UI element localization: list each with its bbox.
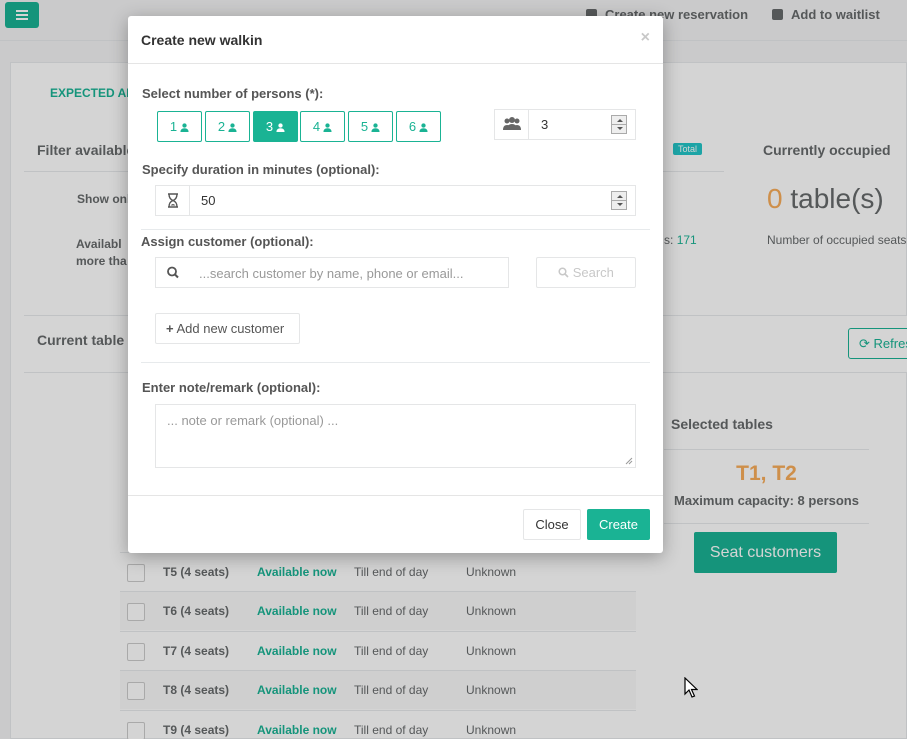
persons-button-6[interactable]: 6: [396, 111, 441, 142]
duration-addon: [156, 186, 190, 215]
persons-label: Select number of persons (*):: [142, 86, 324, 101]
spinner-up-icon[interactable]: [612, 192, 626, 201]
duration-spinner[interactable]: [611, 191, 627, 210]
persons-button-label: 4: [312, 119, 321, 134]
search-icon: [558, 267, 569, 278]
search-addon: [155, 257, 190, 288]
close-icon[interactable]: ×: [641, 29, 650, 47]
resize-handle-icon[interactable]: [624, 456, 633, 465]
add-new-customer-button[interactable]: + Add new customer: [155, 313, 300, 344]
persons-button-label: 5: [360, 119, 369, 134]
users-icon: [503, 117, 521, 130]
plus-icon: +: [166, 321, 174, 336]
user-icon: [180, 123, 189, 132]
spinner-up-icon[interactable]: [612, 116, 626, 125]
duration-label: Specify duration in minutes (optional):: [142, 162, 380, 177]
search-button[interactable]: Search: [536, 257, 636, 288]
create-walkin-modal: Create new walkin × Select number of per…: [128, 16, 663, 553]
persons-button-3[interactable]: 3: [253, 111, 298, 142]
persons-button-1[interactable]: 1: [157, 111, 202, 142]
search-button-label: Search: [572, 265, 614, 280]
modal-header: Create new walkin ×: [128, 16, 663, 64]
user-icon: [419, 123, 428, 132]
modal-title: Create new walkin: [141, 32, 263, 48]
spinner-down-icon[interactable]: [612, 125, 626, 134]
persons-button-label: 2: [217, 119, 226, 134]
persons-number-input[interactable]: 3: [494, 109, 636, 140]
persons-button-label: 3: [265, 119, 274, 134]
divider: [141, 362, 650, 363]
persons-button-label: 6: [408, 119, 417, 134]
divider: [141, 229, 650, 230]
search-icon: [167, 266, 179, 279]
add-new-customer-label: Add new customer: [176, 321, 285, 336]
customer-search-input[interactable]: ...search customer by name, phone or ema…: [189, 257, 509, 288]
persons-value: 3: [541, 117, 549, 132]
persons-button-4[interactable]: 4: [300, 111, 345, 142]
modal-footer: [128, 495, 663, 553]
customer-label: Assign customer (optional):: [141, 234, 314, 249]
user-icon: [276, 123, 285, 132]
user-icon: [371, 123, 380, 132]
duration-value: 50: [201, 193, 216, 208]
note-label: Enter note/remark (optional):: [142, 380, 321, 395]
persons-button-2[interactable]: 2: [205, 111, 250, 142]
persons-spinner[interactable]: [611, 115, 627, 134]
duration-input[interactable]: 50: [155, 185, 636, 216]
spinner-down-icon[interactable]: [612, 201, 626, 210]
close-button[interactable]: Close: [523, 509, 581, 540]
note-placeholder: ... note or remark (optional) ...: [167, 413, 339, 428]
hourglass-icon: [168, 193, 178, 208]
users-addon: [495, 110, 529, 139]
create-button[interactable]: Create: [587, 509, 650, 540]
persons-button-5[interactable]: 5: [348, 111, 393, 142]
user-icon: [323, 123, 332, 132]
mouse-cursor-icon: [684, 677, 698, 698]
persons-button-label: 1: [169, 119, 178, 134]
user-icon: [228, 123, 237, 132]
note-textarea[interactable]: ... note or remark (optional) ...: [155, 404, 636, 468]
